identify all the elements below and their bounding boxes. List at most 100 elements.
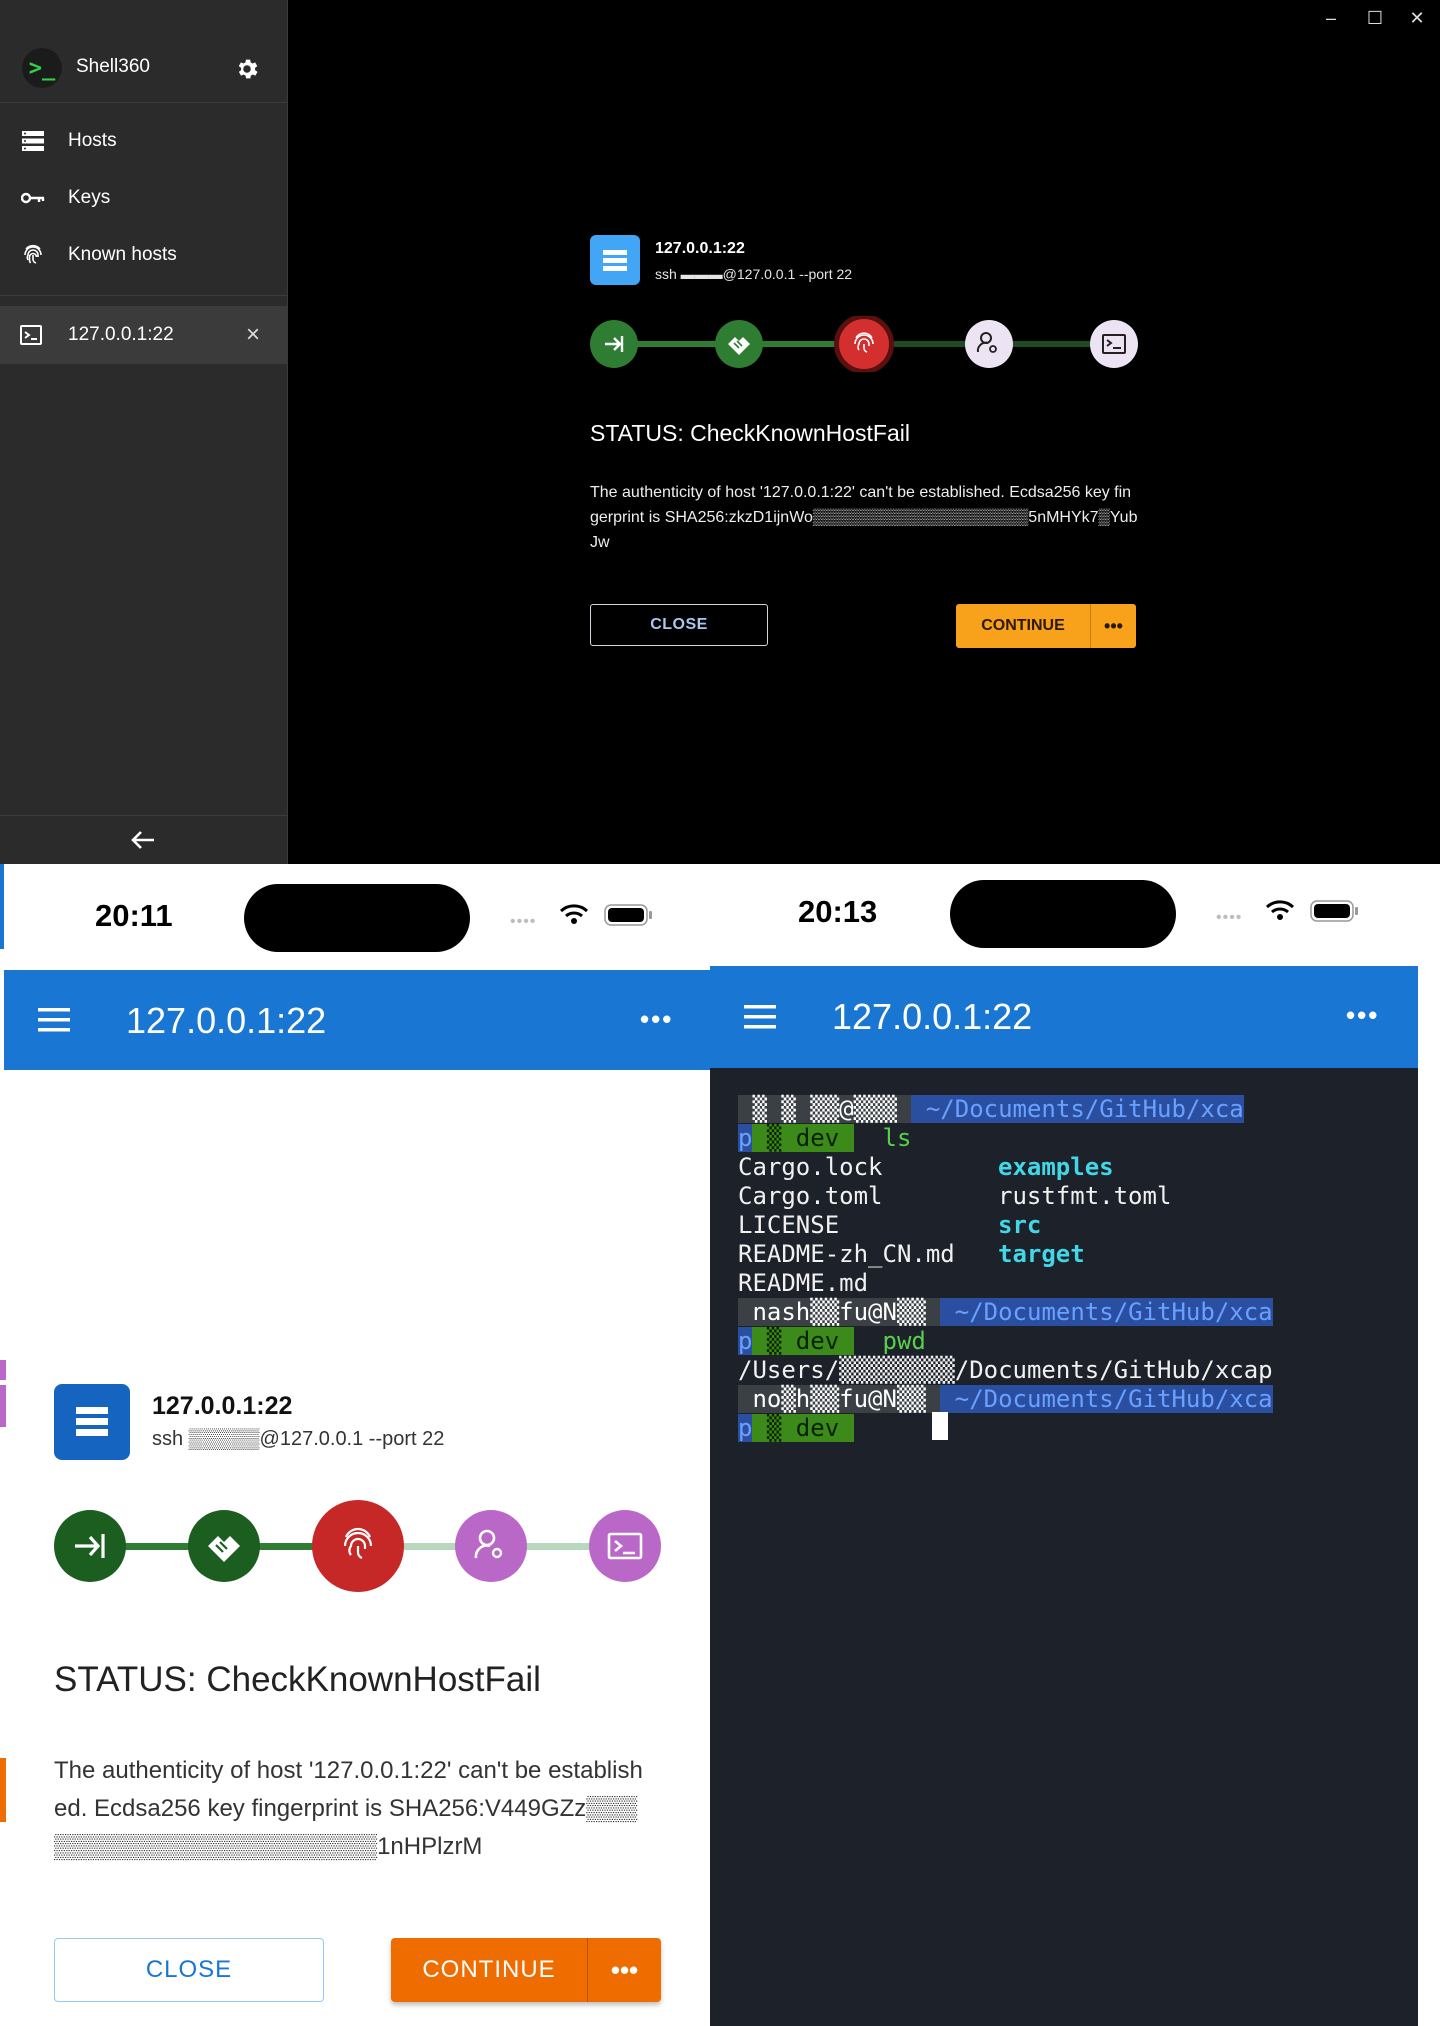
- prompt-path-cont: p: [738, 1327, 753, 1355]
- app-bar: [4, 970, 710, 1070]
- command-output: /Users/▒▒▒▒▒▒▒▒/Documents/GitHub/xcap: [738, 1356, 1273, 1384]
- sidebar-item-label: Hosts: [68, 130, 117, 151]
- app-bar: [710, 966, 1418, 1068]
- dir-name: src: [998, 1211, 1042, 1239]
- signal-icon: ••••: [510, 913, 537, 930]
- user-key-icon: [455, 1510, 527, 1582]
- more-options-button[interactable]: •••: [588, 1938, 661, 2002]
- prompt-branch: ▒ dev: [752, 1327, 854, 1355]
- file-name: rustfmt.toml: [998, 1182, 1172, 1210]
- host-command: ssh ▬▬▬@127.0.0.1 --port 22: [655, 266, 853, 282]
- window-close-button[interactable]: ✕: [1402, 6, 1432, 30]
- file-name: Cargo.toml: [738, 1182, 883, 1210]
- more-options-button[interactable]: •••: [1091, 604, 1136, 648]
- status-text: STATUS: CheckKnownHostFail: [54, 1660, 541, 1699]
- command: pwd: [882, 1327, 926, 1355]
- status-time: 20:11: [95, 898, 173, 933]
- terminal-icon: [589, 1510, 661, 1582]
- minimize-button[interactable]: –: [1316, 6, 1346, 30]
- maximize-button[interactable]: ☐: [1360, 6, 1390, 30]
- prompt-branch: ▒ dev: [752, 1414, 854, 1442]
- status-message: The authenticity of host '127.0.0.1:22' …: [590, 484, 1138, 551]
- host-icon: [54, 1384, 130, 1460]
- app-name: Shell360: [76, 56, 150, 77]
- continue-button[interactable]: CONTINUE: [391, 1938, 587, 2002]
- dynamic-island: [244, 884, 470, 952]
- continue-split-button: CONTINUE •••: [956, 604, 1136, 648]
- edge-mark: [0, 1758, 6, 1822]
- connection-stepper: [54, 1500, 661, 1592]
- prompt-user: no▒h▒▒fu@N▒▒: [738, 1385, 941, 1413]
- edge-mark: [0, 864, 4, 949]
- handshake-icon: [715, 320, 763, 368]
- prompt-path: ~/Documents/GitHub/xca: [940, 1298, 1273, 1326]
- gear-icon[interactable]: [234, 56, 260, 82]
- host-title: 127.0.0.1:22: [152, 1392, 293, 1420]
- session-tab[interactable]: 127.0.0.1:22 ×: [0, 306, 287, 364]
- login-icon: [590, 320, 638, 368]
- sidebar: >_ Shell360 Hosts Keys Known hosts 127.0…: [0, 0, 288, 864]
- file-name: README-zh_CN.md: [738, 1240, 955, 1268]
- close-icon[interactable]: ×: [241, 323, 265, 347]
- command: ls: [882, 1124, 912, 1152]
- close-button[interactable]: CLOSE: [590, 604, 768, 646]
- user-key-icon: [965, 320, 1013, 368]
- hamburger-menu-icon[interactable]: [744, 1002, 778, 1032]
- status-time: 20:13: [798, 894, 878, 929]
- sidebar-item-keys[interactable]: Keys: [0, 170, 287, 226]
- host-icon: [590, 235, 640, 285]
- fingerprint-icon: [20, 242, 46, 268]
- terminal-line: p ▒ dev pwd: [738, 1327, 926, 1356]
- terminal-line: p ▒ dev: [738, 1414, 854, 1443]
- continue-split-button: CONTINUE •••: [391, 1938, 661, 2002]
- file-name: LICENSE: [738, 1211, 840, 1239]
- terminal-cursor: [932, 1412, 948, 1440]
- prompt-user: ▒ ▒ ▒▒@▒▒▒: [738, 1095, 912, 1123]
- hamburger-menu-icon[interactable]: [38, 1005, 72, 1035]
- sidebar-divider: [0, 295, 287, 296]
- status-message: The authenticity of host '127.0.0.1:22' …: [54, 1757, 643, 1860]
- host-title: 127.0.0.1:22: [655, 240, 745, 257]
- app-bar-title: 127.0.0.1:22: [832, 996, 1033, 1037]
- continue-button[interactable]: CONTINUE: [956, 604, 1090, 648]
- sidebar-item-label: Keys: [68, 187, 111, 208]
- sidebar-item-known-hosts[interactable]: Known hosts: [0, 227, 287, 283]
- file-name: README.md: [738, 1269, 869, 1297]
- dynamic-island: [950, 880, 1176, 948]
- close-button[interactable]: CLOSE: [54, 1938, 324, 2002]
- battery-icon: [1310, 900, 1358, 922]
- terminal-line: nash▒▒fu@N▒▒ ~/Documents/GitHub/xca: [738, 1298, 1273, 1327]
- prompt-path-cont: p: [738, 1414, 753, 1442]
- sidebar-item-hosts[interactable]: Hosts: [0, 113, 287, 169]
- terminal-line: no▒h▒▒fu@N▒▒ ~/Documents/GitHub/xca: [738, 1385, 1273, 1414]
- more-options-icon[interactable]: •••: [1346, 1000, 1379, 1031]
- prompt-path-cont: p: [738, 1124, 753, 1152]
- handshake-icon: [188, 1510, 260, 1582]
- dir-name: target: [998, 1240, 1085, 1268]
- login-icon: [54, 1510, 126, 1582]
- more-options-icon[interactable]: •••: [640, 1004, 673, 1035]
- fingerprint-icon: [312, 1500, 404, 1592]
- signal-icon: ••••: [1216, 909, 1243, 926]
- terminal-icon: [20, 322, 46, 348]
- wifi-icon: [559, 904, 589, 924]
- hosts-icon: [20, 128, 46, 154]
- battery-icon: [604, 904, 652, 926]
- fingerprint-icon: [834, 316, 894, 372]
- arrow-left-icon[interactable]: [126, 826, 160, 854]
- wifi-icon: [1265, 900, 1295, 920]
- prompt-path: ~/Documents/GitHub/xca: [940, 1385, 1273, 1413]
- prompt-path: ~/Documents/GitHub/xca: [911, 1095, 1244, 1123]
- app-bar-title: 127.0.0.1:22: [126, 1000, 327, 1041]
- file-name: Cargo.lock: [738, 1153, 883, 1181]
- prompt-user: nash▒▒fu@N▒▒: [738, 1298, 941, 1326]
- sidebar-item-label: Known hosts: [68, 244, 177, 265]
- host-command: ssh ▒▒▒▒▒@127.0.0.1 --port 22: [152, 1428, 445, 1450]
- terminal-icon: [1090, 320, 1138, 368]
- dir-name: examples: [998, 1153, 1114, 1181]
- terminal-line: ▒ ▒ ▒▒@▒▒▒ ~/Documents/GitHub/xca: [738, 1095, 1244, 1124]
- edge-mark: [0, 1385, 6, 1427]
- desktop-window: >_ Shell360 Hosts Keys Known hosts 127.0…: [0, 0, 1440, 864]
- sidebar-divider: [0, 815, 287, 816]
- prompt-branch: ▒ dev: [752, 1124, 854, 1152]
